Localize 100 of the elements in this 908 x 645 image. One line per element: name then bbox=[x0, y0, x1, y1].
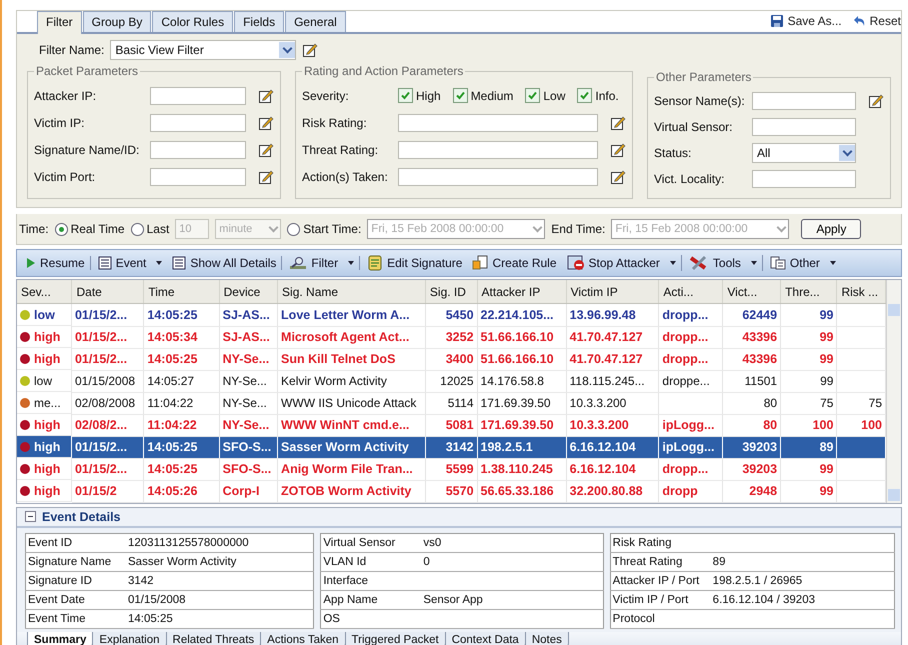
toolbar-button[interactable]: Resume bbox=[21, 256, 91, 270]
save-as-button[interactable]: Save As... bbox=[770, 14, 842, 28]
toolbar-button[interactable]: Stop Attacker bbox=[562, 255, 682, 271]
radio-label[interactable]: Start Time: bbox=[303, 222, 362, 236]
table-row[interactable]: low 01/15/2008 14:05:27 NY-Se... Kelvir Worm Activity 12025 14.176.58.8 118.115.245... droppe... 11501 99 bbox=[17, 370, 886, 392]
column-header[interactable]: Vict... bbox=[722, 280, 781, 304]
table-row[interactable]: high 01/15/2... 14:05:25 NY-Se... Sun Kill Telnet DoS 3400 51.66.166.10 41.70.47.127 dropp... 43396 99 bbox=[17, 348, 886, 370]
filter-tab[interactable]: Group By bbox=[82, 11, 152, 32]
table-row[interactable]: me... 02/08/2008 11:04:22 NY-Se... WWW IIS Unicode Attack 5114 171.69.39.50 10.3.3.200 80 75 75 bbox=[17, 392, 886, 414]
input-field[interactable] bbox=[150, 168, 246, 186]
details-tab[interactable]: Triggered Packet bbox=[344, 632, 446, 645]
toolbar-button[interactable]: Other bbox=[764, 256, 841, 270]
property-label: VLAN Id bbox=[320, 552, 422, 571]
field-label: Virtual Sensor: bbox=[654, 120, 734, 134]
filter-name-dropdown[interactable]: Basic View Filter bbox=[110, 40, 296, 60]
input-field[interactable] bbox=[752, 92, 856, 110]
section-header[interactable]: Event Details bbox=[17, 508, 901, 528]
input-field[interactable] bbox=[150, 86, 246, 104]
group-title: Other Parameters bbox=[655, 70, 752, 84]
radio-label[interactable]: Last bbox=[146, 222, 170, 236]
apply-button[interactable]: Apply bbox=[801, 219, 862, 239]
radio-button[interactable] bbox=[54, 222, 68, 236]
checkbox-label[interactable]: Info. bbox=[595, 88, 619, 102]
checkbox[interactable] bbox=[398, 88, 413, 103]
table-cell: SJ-AS... bbox=[219, 326, 278, 348]
table-row[interactable]: high 01/15/2... 14:05:25 SFO-S... Sasser Worm Activity 3142 198.2.5.1 6.16.12.104 ipLogg... 39203 89 bbox=[17, 436, 886, 458]
toolbar-button[interactable]: Tools bbox=[684, 255, 763, 271]
details-tab[interactable]: Summary bbox=[27, 632, 94, 645]
table-row[interactable]: high 01/15/2... 14:05:25 SFO-S... Anig Worm File Tran... 5599 1.38.110.245 6.16.12.104 dropp... 39203 99 bbox=[17, 458, 886, 480]
toolbar-button[interactable]: Filter bbox=[284, 256, 360, 270]
column-header[interactable]: Date bbox=[72, 280, 144, 304]
table-row[interactable]: high 02/08/2... 11:04:22 NY-Se... WWW WinNT cmd.e... 5081 171.69.39.50 10.3.3.200 ipLogg... 80 100 100 bbox=[17, 414, 886, 436]
input-field[interactable] bbox=[150, 114, 246, 132]
input-field[interactable] bbox=[752, 170, 856, 188]
column-header[interactable]: Victim IP bbox=[566, 280, 659, 304]
column-header[interactable]: Device bbox=[219, 280, 278, 304]
scroll-icon bbox=[367, 255, 384, 271]
table-cell: 01/15/2... bbox=[72, 304, 144, 326]
radio-button[interactable] bbox=[130, 222, 144, 236]
table-cell: 39203 bbox=[722, 458, 781, 480]
input-field[interactable] bbox=[150, 140, 246, 158]
checkbox-label[interactable]: Medium bbox=[470, 88, 514, 102]
edit-icon[interactable] bbox=[610, 142, 626, 158]
edit-icon[interactable] bbox=[868, 93, 884, 109]
toolbar-button[interactable]: Show All Details bbox=[167, 256, 282, 270]
property-value: 3142 bbox=[126, 571, 314, 590]
checkbox-label[interactable]: High bbox=[416, 88, 441, 102]
filter-tab[interactable]: Filter bbox=[37, 11, 82, 34]
collapse-icon[interactable] bbox=[25, 511, 36, 522]
checkbox-label[interactable]: Low bbox=[543, 88, 566, 102]
table-cell: 51.66.166.10 bbox=[477, 326, 566, 348]
checkbox[interactable] bbox=[525, 88, 540, 103]
table-cell: 99 bbox=[780, 370, 837, 392]
radio-button[interactable] bbox=[287, 222, 300, 236]
details-tab[interactable]: Related Threats bbox=[166, 632, 262, 645]
table-row[interactable]: high 01/15/2 14:05:26 Corp-I ZOTOB Worm Activity 5570 56.65.33.186 32.200.80.88 dropp 2948 99 bbox=[17, 480, 886, 502]
table-cell: Corp-I bbox=[219, 480, 278, 502]
table-cell: 5114 bbox=[425, 392, 478, 414]
filter-tab[interactable]: Color Rules bbox=[152, 11, 234, 32]
toolbar-button[interactable]: Create Rule bbox=[467, 255, 562, 271]
checkmark-icon bbox=[454, 90, 466, 101]
column-header[interactable]: Risk ... bbox=[836, 280, 886, 304]
checkbox[interactable] bbox=[577, 88, 592, 103]
edit-icon[interactable] bbox=[302, 42, 318, 58]
edit-icon[interactable] bbox=[610, 168, 626, 184]
toolbar-button[interactable]: Event bbox=[92, 256, 168, 270]
details-tab[interactable]: Explanation bbox=[92, 632, 167, 645]
edit-icon[interactable] bbox=[258, 168, 274, 184]
details-tab[interactable]: Context Data bbox=[444, 632, 526, 645]
column-header[interactable]: Sig. Name bbox=[278, 280, 426, 304]
filter-tab[interactable]: Fields bbox=[234, 11, 284, 32]
magnifier-icon bbox=[289, 256, 308, 270]
radio-label[interactable]: Real Time bbox=[70, 222, 125, 236]
column-header[interactable]: Attacker IP bbox=[477, 280, 566, 304]
filter-tab[interactable]: General bbox=[285, 11, 346, 32]
table-row[interactable]: high 01/15/2... 14:05:34 SJ-AS... Microsoft Agent Act... 3252 51.66.166.10 41.70.47.127 dropp... 43396 99 bbox=[17, 326, 886, 348]
table-row[interactable]: low 01/15/2... 14:05:25 SJ-AS... Love Letter Worm A... 5450 22.214.105... 13.96.99.48 dropp... 62449 99 bbox=[17, 304, 886, 326]
input-field[interactable] bbox=[398, 168, 598, 186]
edit-icon[interactable] bbox=[610, 114, 626, 130]
details-tab[interactable]: Notes bbox=[524, 632, 569, 645]
field-label: Signature Name/ID: bbox=[34, 142, 140, 156]
column-header[interactable]: Sev... bbox=[17, 280, 72, 304]
reset-button[interactable]: Reset bbox=[852, 14, 901, 28]
scrollbar[interactable] bbox=[886, 280, 901, 502]
toolbar-button[interactable]: Edit Signature bbox=[362, 255, 468, 271]
edit-icon[interactable] bbox=[258, 88, 274, 104]
status-dropdown[interactable]: All bbox=[752, 143, 856, 163]
checkbox[interactable] bbox=[452, 88, 468, 103]
details-tab[interactable]: Actions Taken bbox=[260, 632, 346, 645]
column-header[interactable]: Acti... bbox=[658, 280, 723, 304]
input-field[interactable] bbox=[752, 118, 856, 136]
column-header[interactable]: Time bbox=[144, 280, 220, 304]
input-field[interactable] bbox=[398, 140, 598, 158]
field-label: Attacker IP: bbox=[34, 88, 98, 102]
column-header[interactable]: Thre... bbox=[780, 280, 837, 304]
column-header[interactable]: Sig. ID bbox=[425, 280, 478, 304]
edit-icon[interactable] bbox=[258, 142, 274, 158]
table-cell: 14:05:26 bbox=[144, 480, 220, 502]
input-field[interactable] bbox=[398, 114, 598, 132]
edit-icon[interactable] bbox=[258, 114, 274, 130]
